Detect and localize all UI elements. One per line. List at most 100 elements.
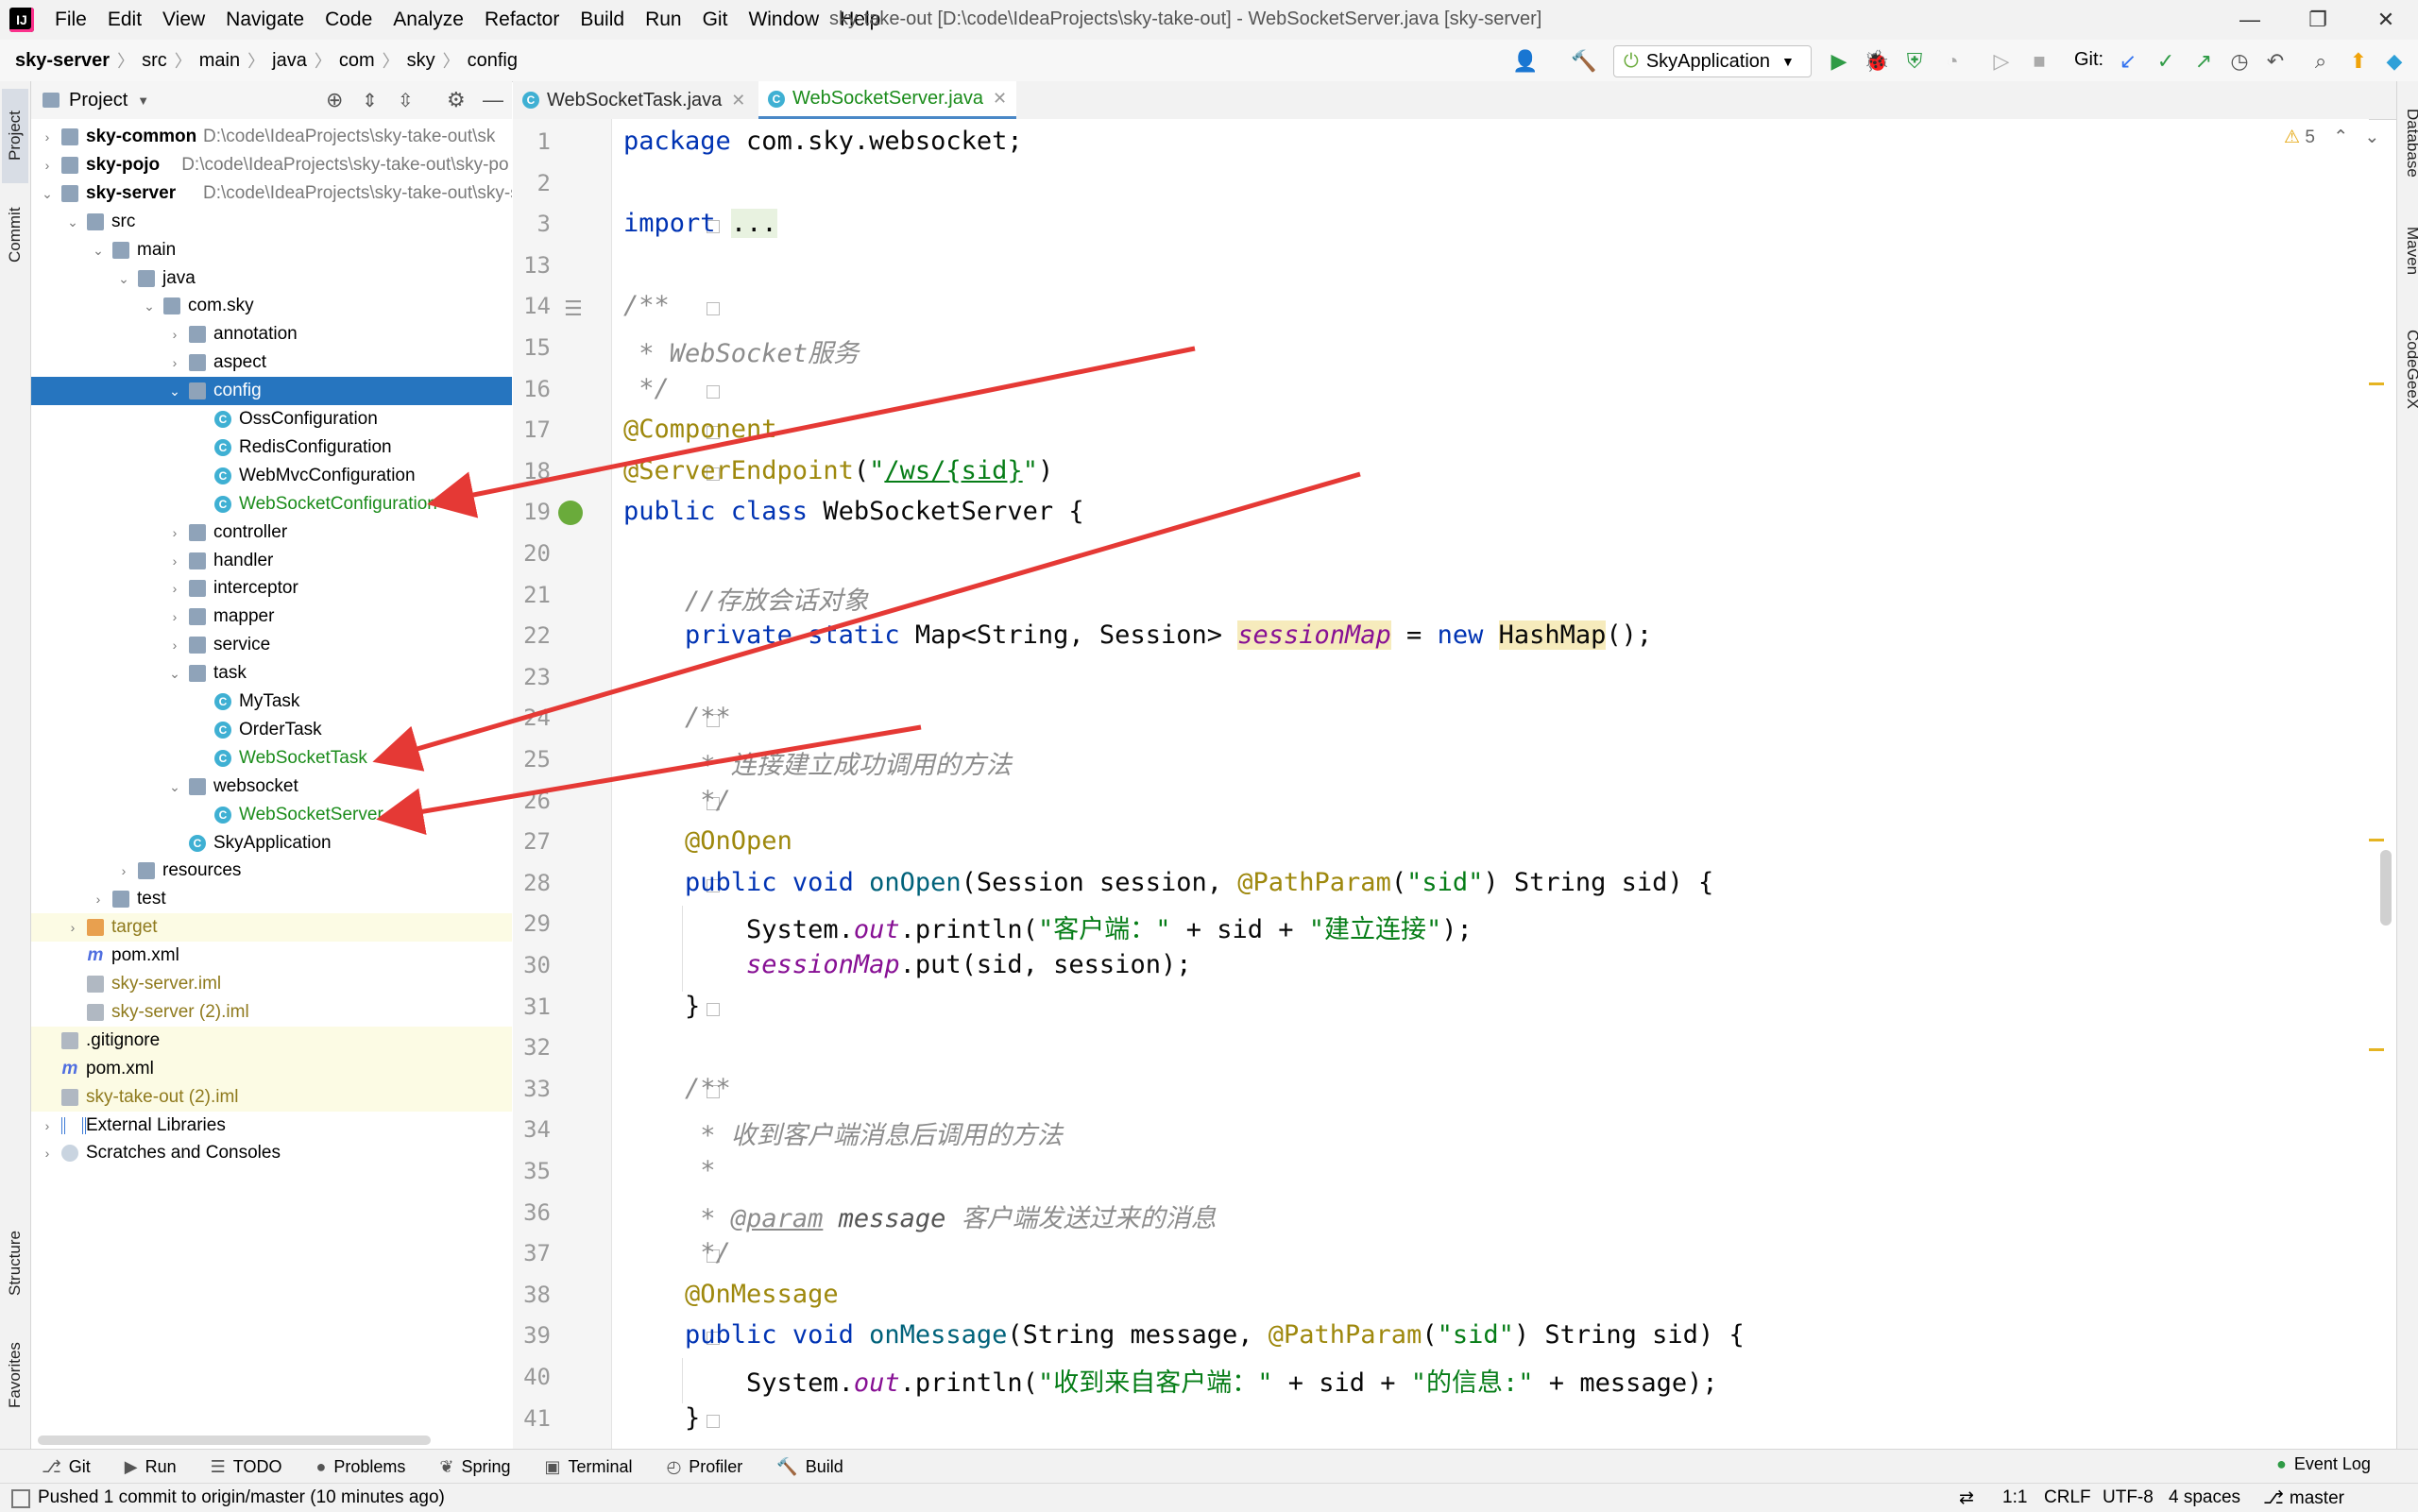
close-icon[interactable]: ✕	[2358, 4, 2414, 36]
chevron-down-icon[interactable]: ⌄	[66, 208, 79, 236]
attach-icon[interactable]: ▷	[1987, 47, 2016, 76]
event-log-button[interactable]: ● Event Log	[2276, 1454, 2371, 1474]
tree-item[interactable]: ⌄ task	[31, 659, 512, 688]
tree-item[interactable]: C WebSocketServer	[31, 801, 512, 829]
fold-marker-icon[interactable]	[707, 384, 720, 399]
code-line[interactable]: */	[623, 786, 731, 815]
code-line[interactable]: @ServerEndpoint("/ws/{sid}")	[623, 456, 1053, 485]
chevron-down-icon[interactable]: ⌄	[168, 377, 181, 405]
tab-structure[interactable]: Structure	[2, 1215, 28, 1313]
close-icon[interactable]: ✕	[993, 89, 1007, 109]
chevron-down-icon[interactable]: ⌄	[143, 292, 156, 320]
tab-commit[interactable]: Commit	[2, 193, 28, 278]
menu-build[interactable]: Build	[580, 8, 624, 31]
locate-icon[interactable]: ⊕	[326, 88, 343, 112]
tree-item[interactable]: C RedisConfiguration	[31, 433, 512, 462]
tree-item[interactable]: › controller	[31, 518, 512, 547]
project-horizontal-scrollbar[interactable]	[38, 1436, 431, 1445]
toolwindow-build[interactable]: 🔨 Build	[776, 1457, 843, 1477]
breadcrumb-item[interactable]: config	[468, 48, 518, 73]
tree-item[interactable]: C SkyApplication	[31, 829, 512, 858]
code-line[interactable]: }	[623, 992, 700, 1021]
toolwindow-profiler[interactable]: ◴ Profiler	[667, 1457, 743, 1477]
chevron-right-icon[interactable]: ›	[168, 320, 181, 348]
tree-item[interactable]: › handler	[31, 547, 512, 575]
code-line[interactable]: @OnOpen	[623, 826, 792, 856]
chevron-down-icon[interactable]: ⌄	[41, 179, 54, 208]
tree-item[interactable]: › target	[31, 913, 512, 943]
chevron-right-icon[interactable]: ›	[168, 547, 181, 575]
tree-item[interactable]: › aspect	[31, 348, 512, 377]
line-separator[interactable]: CRLF	[2044, 1487, 2091, 1508]
run-configuration-select[interactable]: ⏻ SkyApplication ▼	[1613, 45, 1812, 77]
tree-item[interactable]: m pom.xml	[31, 1054, 512, 1083]
tree-item[interactable]: › test	[31, 885, 512, 913]
chevron-right-icon[interactable]: ›	[168, 603, 181, 631]
menu-view[interactable]: View	[162, 8, 205, 31]
breadcrumb-item[interactable]: com	[339, 48, 375, 73]
tree-item[interactable]: .gitignore	[31, 1026, 512, 1055]
chevron-right-icon[interactable]: ›	[168, 574, 181, 603]
menu-git[interactable]: Git	[703, 8, 728, 31]
code-line[interactable]: * 收到客户端消息后调用的方法	[623, 1114, 1063, 1151]
tree-item[interactable]: ⌄ src	[31, 208, 512, 236]
codegeex-icon[interactable]: ◆	[2380, 47, 2409, 76]
tree-item[interactable]: › annotation	[31, 320, 512, 348]
cpu-icon[interactable]: ⇄	[1959, 1487, 1974, 1509]
chevron-right-icon[interactable]: ›	[168, 348, 181, 377]
code-line[interactable]: System.out.println("客户端：" + sid + "建立连接"…	[623, 909, 1473, 945]
chevron-down-icon[interactable]: ▼	[137, 93, 149, 108]
chevron-right-icon[interactable]: ›	[41, 123, 54, 151]
run-icon[interactable]: ▶	[1825, 47, 1853, 76]
gear-icon[interactable]: ⚙	[447, 88, 466, 112]
debug-icon[interactable]: 🐞	[1863, 47, 1891, 76]
indent-setting[interactable]: 4 spaces	[2169, 1487, 2240, 1508]
chevron-right-icon[interactable]: ›	[117, 857, 130, 885]
code-line[interactable]: }	[623, 1403, 700, 1433]
code-line[interactable]: @OnMessage	[623, 1280, 839, 1309]
project-view-select[interactable]: Project	[69, 90, 128, 111]
tab-database[interactable]: Database	[2399, 91, 2418, 195]
tree-item[interactable]: ⌄ sky-server D:\code\IdeaProjects\sky-take…	[31, 179, 512, 208]
inspection-widget[interactable]: ⚠ 5 ⌃ ⌄	[2284, 127, 2379, 148]
render-doc-icon[interactable]: ☰	[564, 297, 583, 321]
chevron-right-icon[interactable]: ›	[168, 518, 181, 547]
code-line[interactable]: @Component	[623, 415, 777, 444]
toolwindow-problems[interactable]: ● Problems	[315, 1457, 405, 1477]
tree-item[interactable]: › service	[31, 631, 512, 659]
menu-analyze[interactable]: Analyze	[393, 8, 464, 31]
warning-marker[interactable]	[2369, 382, 2384, 385]
toolwindow-spring[interactable]: ❦ Spring	[439, 1457, 510, 1477]
search-icon[interactable]: ⌕	[2307, 47, 2335, 76]
chevron-right-icon[interactable]: ›	[41, 1139, 54, 1167]
tree-item[interactable]: sky-server.iml	[31, 970, 512, 998]
spring-bean-icon[interactable]	[558, 501, 583, 526]
tab-websockettask[interactable]: C WebSocketTask.java ✕	[513, 81, 755, 119]
expand-all-icon[interactable]: ⇕	[362, 89, 378, 112]
code-line[interactable]: */	[623, 374, 670, 403]
build-hammer-icon[interactable]: 🔨	[1570, 47, 1598, 76]
tree-item[interactable]: ⌄ java	[31, 264, 512, 293]
tree-item[interactable]: m pom.xml	[31, 942, 512, 970]
tab-favorites[interactable]: Favorites	[2, 1326, 28, 1424]
code-line[interactable]: //存放会话对象	[623, 580, 869, 617]
breadcrumb-item[interactable]: sky	[407, 48, 435, 73]
tree-item[interactable]: ⌄ config	[31, 377, 512, 406]
toolwindow-git[interactable]: ⎇ Git	[42, 1457, 91, 1477]
tree-item[interactable]: C OssConfiguration	[31, 405, 512, 433]
chevron-down-icon[interactable]: ⌄	[117, 264, 130, 293]
hide-icon[interactable]: —	[483, 88, 503, 112]
git-commit-icon[interactable]: ✓	[2152, 47, 2180, 76]
tab-project[interactable]: Project	[2, 89, 28, 183]
menu-navigate[interactable]: Navigate	[226, 8, 304, 31]
toolwindow-run[interactable]: ▶ Run	[125, 1457, 177, 1477]
code-line[interactable]: package com.sky.websocket;	[623, 127, 1023, 156]
tree-item[interactable]: ⌄ websocket	[31, 773, 512, 801]
chevron-down-icon[interactable]: ⌄	[2364, 127, 2379, 147]
tree-item[interactable]: › Scratches and Consoles	[31, 1139, 512, 1167]
menu-refactor[interactable]: Refactor	[485, 8, 559, 31]
history-icon[interactable]: ◷	[2225, 47, 2254, 76]
tree-item[interactable]: ⌄ com.sky	[31, 292, 512, 320]
tree-item[interactable]: sky-take-out (2).iml	[31, 1082, 512, 1112]
chevron-right-icon[interactable]: ›	[41, 151, 54, 179]
